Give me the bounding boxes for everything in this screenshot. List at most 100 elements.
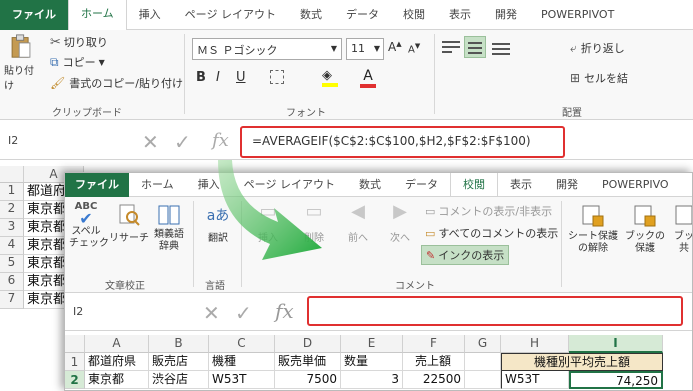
cell-a1[interactable]: 都道府県 [85,353,149,371]
cell-b1[interactable]: 販売店 [149,353,209,371]
front-name-box[interactable]: I2 [73,305,83,318]
cell-c1[interactable]: 機種 [209,353,275,371]
format-painter-button[interactable]: 🖌 書式のコピー/貼り付け [50,75,183,91]
col-header-i[interactable]: I [569,335,663,353]
front-tab-view[interactable]: 表示 [498,173,544,197]
cut-button[interactable]: ✂ 切り取り [50,34,108,50]
back-row-header[interactable]: 7 [0,291,24,309]
fill-color-button[interactable]: ◈ [322,68,338,87]
front-tab-powerpivot[interactable]: POWERPIVO [590,173,681,197]
back-tab-review[interactable]: 校閲 [391,0,437,30]
unprotect-sheet-button[interactable]: シート保護 の解除 [565,201,621,255]
enter-icon[interactable]: ✓ [235,301,252,325]
back-row-header[interactable]: 2 [0,201,24,219]
front-tab-data[interactable]: データ [393,173,450,197]
prev-comment-label: 前へ [348,233,368,244]
cell-g1[interactable] [465,353,501,371]
underline-button[interactable]: U [236,70,246,85]
paint-bucket-icon: ◈ [322,68,332,83]
research-button[interactable]: リサーチ [109,201,149,244]
spell-check-button[interactable]: ABC ✔ スペル チェック [69,201,109,250]
cell-h2[interactable]: W53T [501,371,569,389]
show-all-comments-button[interactable]: ▭ すべてのコメントの表示 [425,225,558,241]
cell-g2[interactable] [465,371,501,389]
cell-i2[interactable]: 74,250 [569,371,663,389]
front-tab-file[interactable]: ファイル [65,173,129,197]
group-divider [184,34,185,114]
show-hide-comment-button[interactable]: ▭ コメントの表示/非表示 [425,203,552,219]
thesaurus-button[interactable]: 類義語 辞典 [151,201,187,253]
shrink-font-button[interactable]: A▼ [408,42,420,55]
protect-book-button[interactable]: ブックの 保護 [625,201,665,255]
language-group-label: 言語 [205,281,225,292]
next-comment-button[interactable]: ▶ 次へ [383,201,417,244]
front-formula-input[interactable] [307,296,683,326]
col-header-h[interactable]: H [501,335,569,353]
italic-button[interactable]: I [216,70,220,85]
function-icon[interactable]: fx [212,130,229,151]
back-tab-formulas[interactable]: 数式 [288,0,334,30]
back-tab-powerpivot[interactable]: POWERPIVOT [529,0,626,30]
paste-label: 貼り付け [4,66,34,92]
col-header-a[interactable]: A [85,335,149,353]
function-icon[interactable]: fx [275,299,294,323]
cell-a2[interactable]: 東京都 [85,371,149,389]
front-tab-formulas[interactable]: 数式 [347,173,393,197]
align-middle-button[interactable] [464,36,486,58]
front-tab-home[interactable]: ホーム [129,173,186,197]
back-row-header[interactable]: 3 [0,219,24,237]
chevron-down-icon: ▼ [98,57,105,67]
align-top-button[interactable] [442,38,460,56]
prev-comment-button[interactable]: ◀ 前へ [341,201,375,244]
col-header-f[interactable]: F [403,335,465,353]
col-header-d[interactable]: D [275,335,341,353]
col-header-c[interactable]: C [209,335,275,353]
cell-d2[interactable]: 7500 [275,371,341,389]
cell-f1[interactable]: 売上額 [403,353,465,371]
next-comment-label: 次へ [390,233,410,244]
back-tab-insert[interactable]: 挿入 [127,0,173,30]
bold-button[interactable]: B [196,70,206,85]
cell-e2[interactable]: 3 [341,371,403,389]
wrap-text-button[interactable]: ⤶ 折り返し [570,40,625,56]
grow-font-button[interactable]: A▲ [388,40,402,54]
font-size-select[interactable]: 11 ▼ [346,38,384,60]
back-tab-developer[interactable]: 開発 [483,0,529,30]
row-header-1[interactable]: 1 [65,353,85,371]
front-tab-review[interactable]: 校閲 [449,173,498,197]
font-color-button[interactable]: A [360,68,376,88]
back-tab-home[interactable]: ホーム [68,0,127,30]
align-bottom-button[interactable] [492,38,510,56]
cancel-icon[interactable]: ✕ [203,301,220,325]
merge-button[interactable]: ⊞ セルを結 [570,70,628,86]
back-row-header[interactable]: 1 [0,183,24,201]
cell-c2[interactable]: W53T [209,371,275,389]
copy-button[interactable]: ⧉ コピー ▼ [50,54,105,70]
back-tab-page-layout[interactable]: ページ レイアウト [173,0,288,30]
cell-b2[interactable]: 渋谷店 [149,371,209,389]
col-header-g[interactable]: G [465,335,501,353]
back-tab-data[interactable]: データ [334,0,391,30]
cell-f2[interactable]: 22500 [403,371,465,389]
font-name-select[interactable]: ＭＳ Ｐゴシック ▼ [192,38,342,60]
front-tab-developer[interactable]: 開発 [544,173,590,197]
back-tab-file[interactable]: ファイル [0,0,68,30]
cell-h1-i1-merged[interactable]: 機種別平均売上額 [501,353,663,371]
back-row-header[interactable]: 6 [0,273,24,291]
borders-button[interactable] [270,70,284,84]
enter-icon[interactable]: ✓ [174,130,191,154]
col-header-e[interactable]: E [341,335,403,353]
show-ink-button[interactable]: ✎ インクの表示 [421,245,510,265]
back-row-header[interactable]: 5 [0,255,24,273]
back-name-box[interactable]: I2 [8,134,18,147]
cell-d1[interactable]: 販売単価 [275,353,341,371]
cancel-icon[interactable]: ✕ [142,130,159,154]
cell-e1[interactable]: 数量 [341,353,403,371]
share-book-button[interactable]: ブッ 共 [669,201,692,255]
back-tab-view[interactable]: 表示 [437,0,483,30]
paste-button[interactable]: 貼り付け [4,34,38,92]
back-row-header[interactable]: 4 [0,237,24,255]
row-header-2[interactable]: 2 [65,371,85,389]
col-header-b[interactable]: B [149,335,209,353]
col-header-corner[interactable] [65,335,85,353]
